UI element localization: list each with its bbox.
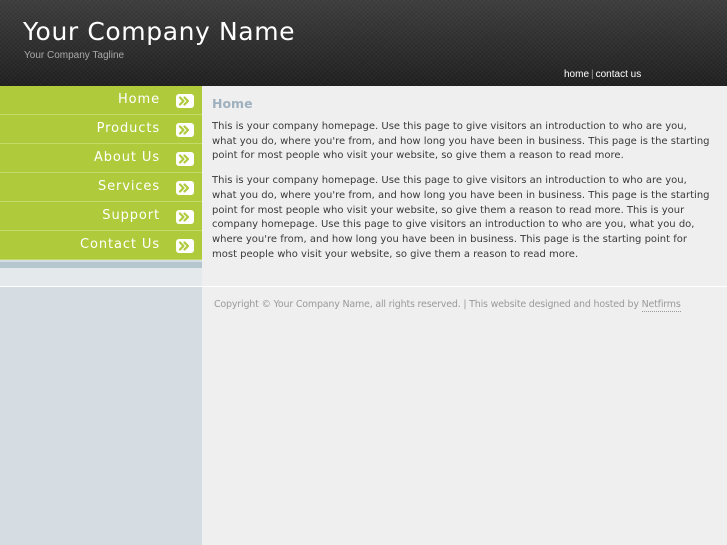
- sidebar-menu: Home Products About Us Services Support …: [0, 86, 202, 260]
- main-content: Home This is your company homepage. Use …: [212, 96, 712, 272]
- sidebar-item-label: About Us: [93, 150, 160, 165]
- copyright-text: Copyright © Your Company Name, all right…: [214, 299, 642, 310]
- double-chevron-right-icon: [176, 94, 194, 108]
- double-chevron-right-icon: [176, 123, 194, 137]
- site-footer: Copyright © Your Company Name, all right…: [214, 299, 681, 312]
- double-chevron-right-icon: [176, 210, 194, 224]
- sidebar-item-label: Support: [102, 208, 160, 223]
- company-tagline: Your Company Tagline: [24, 50, 125, 61]
- sidebar-item-contact-us[interactable]: Contact Us: [0, 231, 202, 260]
- sidebar-item-label: Home: [118, 92, 160, 107]
- sidebar-item-label: Contact Us: [80, 237, 160, 252]
- page-title: Home: [212, 96, 253, 111]
- footer-divider: [0, 286, 727, 287]
- top-nav: home | contact us: [564, 69, 641, 80]
- double-chevron-right-icon: [176, 239, 194, 253]
- double-chevron-right-icon: [176, 152, 194, 166]
- intro-paragraph: This is your company homepage. Use this …: [212, 121, 710, 162]
- site-header: Your Company Name Your Company Tagline h…: [0, 0, 727, 86]
- sidebar-item-label: Products: [96, 121, 160, 136]
- sidebar-item-support[interactable]: Support: [0, 202, 202, 231]
- double-chevron-right-icon: [176, 181, 194, 195]
- top-nav-home-link[interactable]: home: [564, 69, 589, 80]
- sidebar-item-services[interactable]: Services: [0, 173, 202, 202]
- sidebar-item-products[interactable]: Products: [0, 115, 202, 144]
- top-nav-contact-link[interactable]: contact us: [596, 69, 642, 80]
- sidebar-menu-footer: [0, 268, 202, 286]
- netfirms-link[interactable]: Netfirms: [641, 299, 681, 312]
- sidebar-item-home[interactable]: Home: [0, 86, 202, 115]
- sidebar-item-label: Services: [97, 179, 160, 194]
- top-nav-separator: |: [591, 69, 594, 80]
- body-paragraph: This is your company homepage. Use this …: [212, 175, 710, 260]
- company-name: Your Company Name: [23, 17, 296, 46]
- sidebar-item-about-us[interactable]: About Us: [0, 144, 202, 173]
